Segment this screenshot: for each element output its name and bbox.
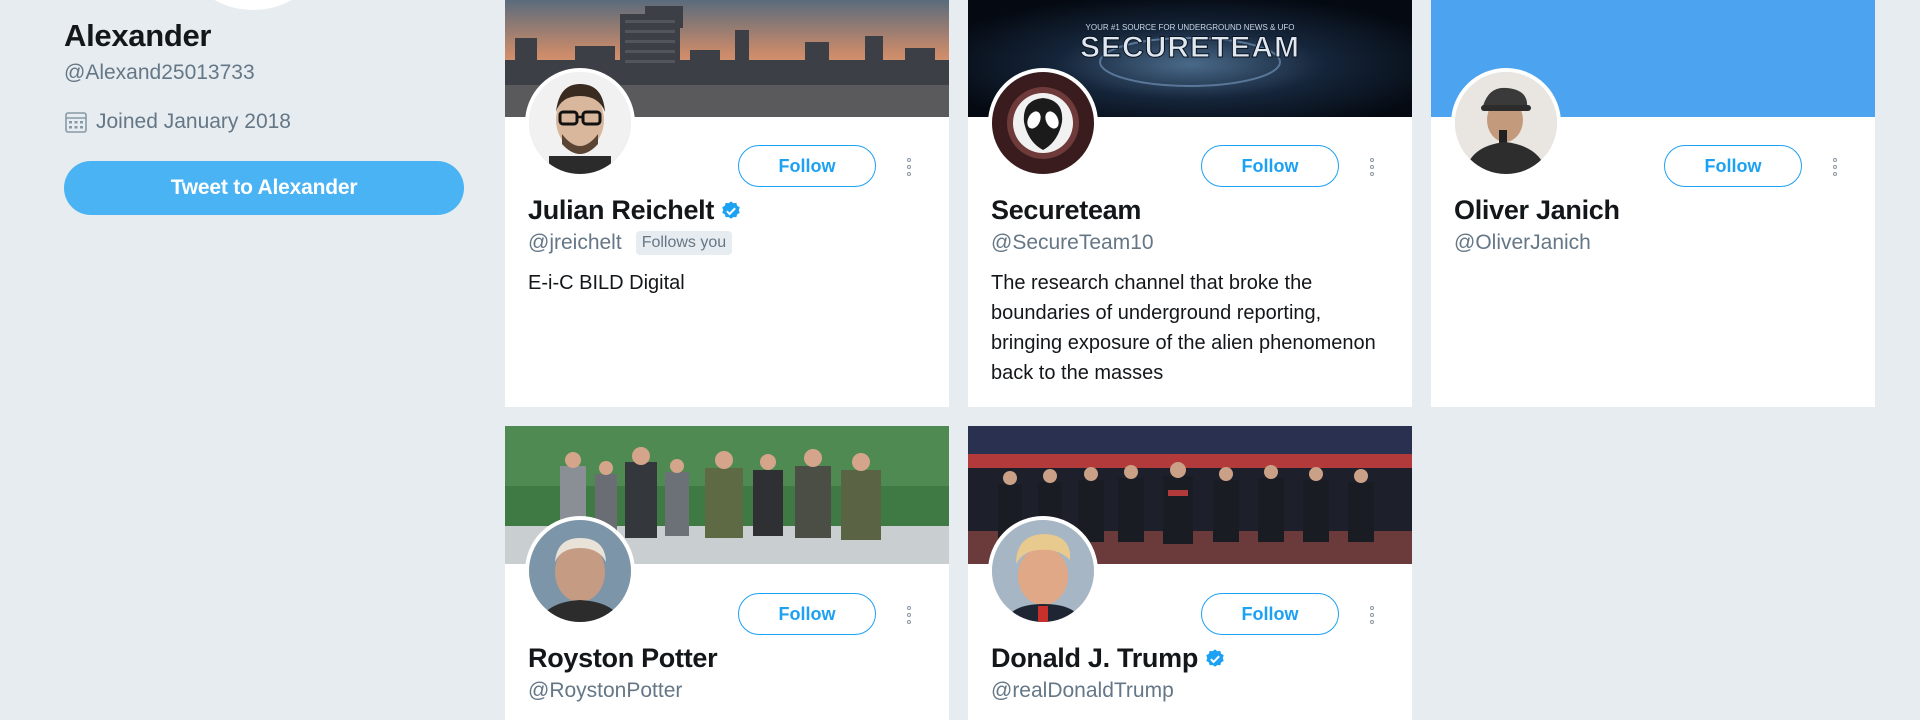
user-avatar[interactable] <box>1451 68 1561 178</box>
joined-date: Joined January 2018 <box>96 110 291 133</box>
follow-button[interactable]: Follow <box>738 593 876 635</box>
more-options-icon[interactable] <box>897 153 921 181</box>
display-name[interactable]: Julian Reichelt <box>528 195 714 226</box>
user-handle[interactable]: @SecureTeam10 <box>991 231 1154 255</box>
user-avatar[interactable] <box>988 516 1098 626</box>
user-card-name[interactable]: Oliver Janich <box>1454 195 1620 226</box>
user-card-name[interactable]: Secureteam <box>991 195 1141 226</box>
display-name[interactable]: Secureteam <box>991 195 1141 226</box>
follow-button[interactable]: Follow <box>1664 145 1802 187</box>
user-card-julian-reichelt[interactable]: Follow Julian Reichelt @jreichelt Follow… <box>505 0 949 407</box>
verified-badge-icon <box>722 200 740 219</box>
follows-you-badge: Follows you <box>635 231 733 255</box>
user-avatar[interactable] <box>988 68 1098 178</box>
banner-title: SECURETEAM <box>1080 31 1300 64</box>
profile-name: Alexander <box>64 18 212 53</box>
profile-joined: Joined January 2018 <box>64 110 291 134</box>
handle-row: @realDonaldTrump <box>991 679 1174 703</box>
more-options-icon[interactable] <box>1360 153 1384 181</box>
display-name[interactable]: Royston Potter <box>528 643 718 674</box>
user-card-secureteam[interactable]: YOUR #1 SOURCE FOR UNDERGROUND NEWS & UF… <box>968 0 1412 407</box>
user-handle[interactable]: @realDonaldTrump <box>991 679 1174 703</box>
calendar-icon <box>65 112 87 133</box>
user-card-donald-trump[interactable]: Follow Donald J. Trump @realDonaldTrump <box>968 426 1412 720</box>
user-avatar[interactable] <box>525 516 635 626</box>
user-bio: The research channel that broke the boun… <box>991 272 1376 384</box>
user-handle[interactable]: @RoystonPotter <box>528 679 682 703</box>
tweet-to-button[interactable]: Tweet to Alexander <box>64 161 464 215</box>
user-card-royston-potter[interactable]: Follow Royston Potter @RoystonPotter <box>505 426 949 720</box>
handle-row: @SecureTeam10 <box>991 231 1154 255</box>
user-card-name[interactable]: Donald J. Trump <box>991 643 1226 674</box>
follow-button[interactable]: Follow <box>1201 593 1339 635</box>
user-bio: E-i-C BILD Digital <box>528 272 685 294</box>
more-options-icon[interactable] <box>1360 601 1384 629</box>
user-card-name[interactable]: Royston Potter <box>528 643 718 674</box>
handle-row: @jreichelt Follows you <box>528 231 733 255</box>
handle-row: @OliverJanich <box>1454 231 1591 255</box>
more-options-icon[interactable] <box>897 601 921 629</box>
verified-badge-icon <box>1206 648 1224 667</box>
follow-button[interactable]: Follow <box>1201 145 1339 187</box>
user-card-name[interactable]: Julian Reichelt <box>528 195 742 226</box>
profile-handle: @Alexand25013733 <box>64 61 255 84</box>
more-options-icon[interactable] <box>1823 153 1847 181</box>
user-card-oliver-janich[interactable]: Follow Oliver Janich @OliverJanich <box>1431 0 1875 407</box>
user-handle[interactable]: @OliverJanich <box>1454 231 1591 255</box>
profile-sidebar: Alexander @Alexand25013733 Joined Januar… <box>64 0 468 720</box>
display-name[interactable]: Oliver Janich <box>1454 195 1620 226</box>
user-handle[interactable]: @jreichelt <box>528 231 622 255</box>
handle-row: @RoystonPotter <box>528 679 682 703</box>
follow-button[interactable]: Follow <box>738 145 876 187</box>
display-name[interactable]: Donald J. Trump <box>991 643 1198 674</box>
user-avatar[interactable] <box>525 68 635 178</box>
profile-avatar[interactable] <box>174 0 332 10</box>
